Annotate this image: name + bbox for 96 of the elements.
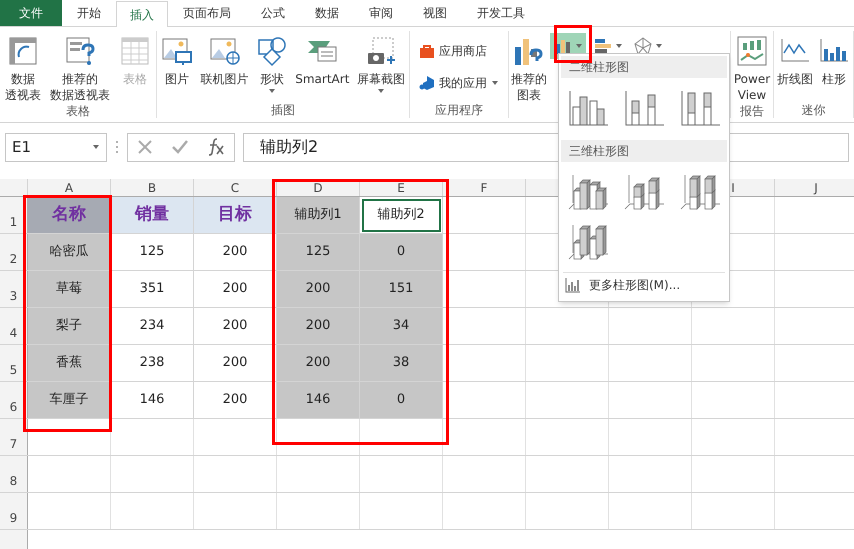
chart-option[interactable] xyxy=(679,88,723,128)
table-cell-text: 辅助列1 xyxy=(294,206,342,224)
group-label: 迷你 xyxy=(802,102,826,118)
ribbon-button[interactable]: 折线图 xyxy=(777,31,813,87)
table-cell-text: 351 xyxy=(140,280,164,298)
table-cell-text: 200 xyxy=(222,354,248,372)
table-cell-text: 200 xyxy=(222,243,248,262)
table-cell-text: 名称 xyxy=(52,203,86,226)
ribbon-tab[interactable]: 文件 xyxy=(0,0,62,26)
column-header[interactable]: J xyxy=(775,179,854,196)
table-cell-text: 200 xyxy=(306,280,330,298)
caret-icon xyxy=(92,143,100,151)
table-cell-text: 草莓 xyxy=(56,280,82,298)
3d-column-chart-icon xyxy=(568,173,610,211)
table-cell-text: 151 xyxy=(388,280,414,298)
group-label: 插图 xyxy=(271,102,295,118)
table-cell-text: 200 xyxy=(222,317,248,336)
3d-column-chart-icon xyxy=(568,223,610,261)
row-header[interactable]: 7 xyxy=(0,419,28,455)
chart-option[interactable] xyxy=(567,172,611,212)
chart-option[interactable] xyxy=(623,172,667,212)
column-header[interactable]: F xyxy=(443,179,526,196)
more-charts-item[interactable]: 更多柱形图(M)... xyxy=(559,273,686,297)
chart-icon xyxy=(565,277,581,293)
table-cell-text: 香蕉 xyxy=(56,354,82,372)
check-icon[interactable] xyxy=(170,138,189,156)
ribbon-tab[interactable]: 审阅 xyxy=(354,0,408,26)
pivot-table-icon xyxy=(7,35,39,67)
table-cell-text: 梨子 xyxy=(56,317,82,336)
table-cell-text: 146 xyxy=(140,391,164,410)
ribbon-tab[interactable]: 数据 xyxy=(300,0,354,26)
column-chart-icon xyxy=(568,89,610,127)
table-cell-text: 125 xyxy=(140,243,164,262)
table-cell-text: 0 xyxy=(396,391,406,410)
table-cell-text: 0 xyxy=(396,243,406,262)
group-label: 表格 xyxy=(66,103,90,119)
table-cell-text: 车厘子 xyxy=(50,391,88,410)
column-header[interactable]: C xyxy=(194,179,277,196)
ribbon-button[interactable]: 形状 xyxy=(256,31,288,95)
table-cell-text: 200 xyxy=(222,391,248,410)
ribbon-tab[interactable]: 开始 xyxy=(62,0,116,26)
ribbon-tab[interactable]: 开发工具 xyxy=(462,0,540,26)
table-cell-text: 146 xyxy=(306,391,330,410)
ribbon-button[interactable]: 推荐的 数据透视表 xyxy=(50,31,110,103)
ribbon-button[interactable]: 图片 xyxy=(161,31,194,87)
ribbon-button[interactable]: 推荐的 图表 xyxy=(511,31,547,103)
column-chart-icon xyxy=(680,89,722,127)
table-cell-text: 目标 xyxy=(218,203,252,226)
table-cell-text: 238 xyxy=(140,354,164,372)
chart-option[interactable] xyxy=(567,88,611,128)
table-icon xyxy=(119,35,151,67)
chart-option[interactable] xyxy=(623,88,667,128)
chart-option[interactable] xyxy=(567,222,611,262)
name-box[interactable]: E1 xyxy=(5,132,107,162)
3d-column-chart-icon xyxy=(624,173,666,211)
drag-handle-icon xyxy=(115,140,119,154)
ribbon-button[interactable]: 数据 透视表 xyxy=(5,31,41,103)
store-bag-icon xyxy=(419,43,435,59)
shapes-icon xyxy=(256,35,288,67)
table-cell: 辅助列2 xyxy=(362,198,440,232)
ribbon-tab[interactable]: 视图 xyxy=(408,0,462,26)
3d-column-chart-icon xyxy=(680,173,722,211)
column-chart-icon xyxy=(624,89,666,127)
table-cell-text: 200 xyxy=(306,354,330,372)
ribbon-button[interactable]: SmartArt xyxy=(295,31,350,87)
ribbon-button[interactable]: 应用商店 xyxy=(415,39,503,63)
column-header[interactable]: B xyxy=(111,179,194,196)
ribbon-tab[interactable]: 页面布局 xyxy=(168,0,246,26)
ribbon-button[interactable]: 联机图片 xyxy=(200,31,249,87)
bar-chart-icon xyxy=(593,36,613,56)
section-header: 三维柱形图 xyxy=(561,140,727,162)
apps-cube-icon xyxy=(419,75,435,91)
group-label: 应用程序 xyxy=(435,102,483,118)
table-cell-text: 234 xyxy=(140,317,164,336)
chart-option[interactable] xyxy=(679,172,723,212)
column-header[interactable]: A xyxy=(28,179,111,196)
table-cell-text: 34 xyxy=(392,317,410,336)
ribbon-button[interactable]: Power View xyxy=(734,31,770,103)
ribbon-tab[interactable]: 公式 xyxy=(246,0,300,26)
table-cell-text: 200 xyxy=(222,280,248,298)
ribbon-button[interactable]: 屏幕截图 xyxy=(356,31,405,95)
table-cell-text: 哈密瓜 xyxy=(50,243,88,262)
group-label: 报告 xyxy=(740,103,764,119)
radar-chart-icon xyxy=(633,36,653,56)
row-header[interactable]: 9 xyxy=(0,493,28,529)
table-cell-text: 200 xyxy=(306,317,330,336)
ribbon-button[interactable]: 柱形 xyxy=(818,31,850,87)
pivot-question-icon xyxy=(64,35,96,67)
table-cell-text: 销量 xyxy=(135,203,169,226)
chart-report-icon xyxy=(736,35,768,67)
ribbon-button[interactable]: 我的应用 xyxy=(415,71,503,95)
ribbon-tab[interactable]: 插入 xyxy=(116,1,168,27)
table-cell-text: 125 xyxy=(306,243,330,262)
highlight-frame xyxy=(554,25,592,63)
table-cell-text: 38 xyxy=(392,354,410,372)
row-header[interactable]: 8 xyxy=(0,456,28,492)
